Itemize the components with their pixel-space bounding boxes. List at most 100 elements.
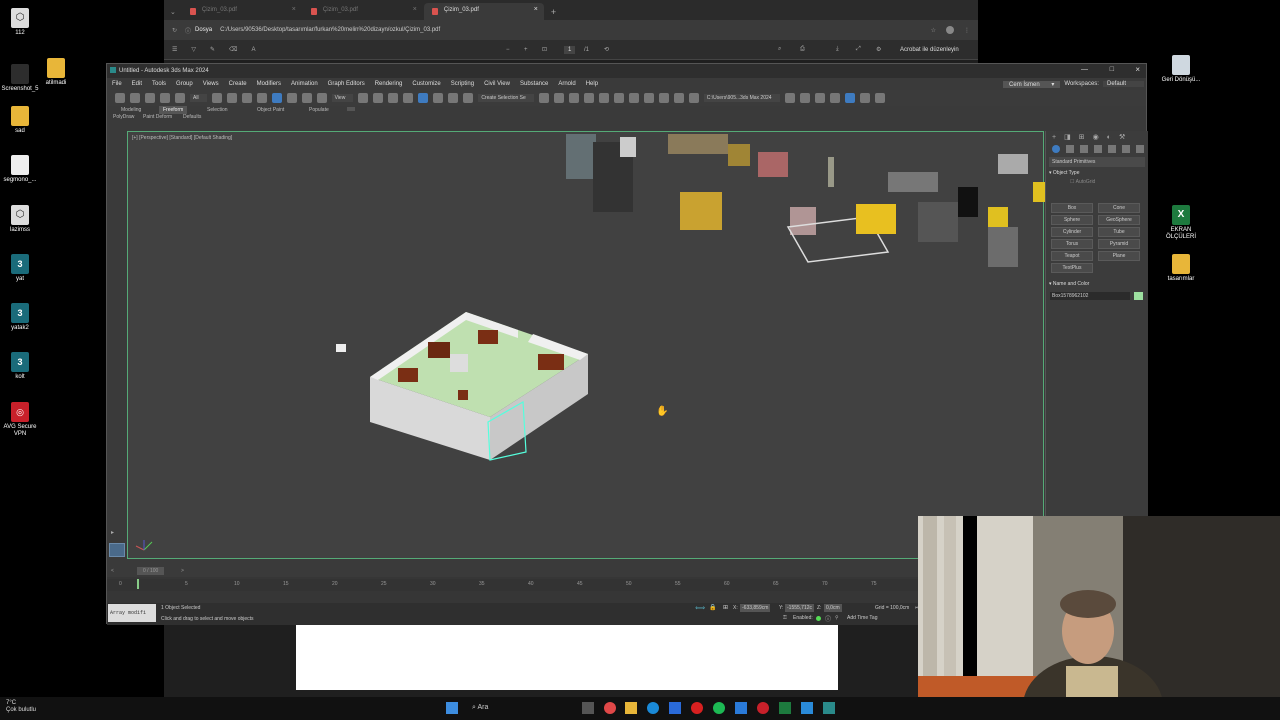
reference-coordinate-dropdown[interactable]: View [331, 94, 354, 102]
desktop-icon[interactable]: X EKRAN ÖLÇÜLERİ [1161, 205, 1201, 241]
eraser-icon[interactable]: ⌫ [229, 46, 237, 53]
select-object-icon[interactable] [211, 93, 222, 103]
avg-icon[interactable] [757, 702, 769, 714]
taskbar-search[interactable]: ⌕ Ara [466, 700, 566, 717]
edge-icon[interactable] [647, 702, 659, 714]
excel-icon[interactable] [779, 702, 791, 714]
minimize-icon[interactable]: — [1081, 66, 1088, 73]
menu-create[interactable]: Create [229, 81, 247, 87]
workspace-dropdown[interactable]: Default [1102, 81, 1144, 87]
pivot-icon[interactable] [358, 93, 369, 103]
autogrid-checkbox[interactable]: ☐ AutoGrid [1070, 179, 1148, 185]
acrobat-edit-button[interactable]: Acrobat ile düzenleyin [900, 47, 959, 53]
zoom-out-icon[interactable]: − [506, 47, 510, 53]
unlink-icon[interactable] [160, 93, 170, 103]
file-explorer-icon[interactable] [625, 702, 637, 714]
maximize-icon[interactable]: □ [1110, 66, 1114, 73]
browser-tab-active[interactable]: Çizim_03.pdf × [423, 3, 544, 20]
print-icon[interactable]: ⎙ [800, 46, 805, 53]
object-type-rollout[interactable]: ▾ Object Type [1049, 170, 1145, 176]
menu-civil-view[interactable]: Civil View [484, 81, 510, 87]
set-project-icon[interactable] [814, 93, 825, 103]
track-bar[interactable]: 0 5 10 15 20 25 30 35 40 45 50 55 60 65 … [107, 579, 923, 591]
selection-filter-dropdown[interactable]: All [190, 94, 207, 102]
windows-start-icon[interactable] [446, 702, 458, 714]
toggle-ribbon-icon[interactable] [598, 93, 609, 103]
tube-button[interactable]: Tube [1098, 227, 1140, 237]
frame-indicator[interactable]: 0 / 100 [137, 567, 165, 575]
scale-icon[interactable] [301, 93, 312, 103]
modify-tab-icon[interactable]: ◨ [1064, 133, 1071, 141]
spotify-icon[interactable] [713, 702, 725, 714]
perspective-viewport[interactable]: [+] [Perspective] [Standard] [Default Sh… [127, 131, 1045, 559]
chrome-icon[interactable] [604, 702, 616, 714]
menu-edit[interactable]: Edit [132, 81, 142, 87]
ribbon-paint-deform[interactable]: Paint Deform [143, 114, 172, 120]
lights-icon[interactable] [1080, 145, 1088, 153]
enabled-indicator[interactable] [816, 616, 821, 621]
move-icon[interactable] [271, 93, 282, 103]
object-color-swatch[interactable] [1134, 292, 1143, 300]
y-coordinate-field[interactable]: -1555,712c [785, 604, 815, 612]
snipping-tool-icon[interactable] [801, 702, 813, 714]
save-icon[interactable]: ⤓ [836, 46, 839, 53]
spinner-snap-icon[interactable] [448, 93, 459, 103]
percent-snap-icon[interactable] [433, 93, 444, 103]
mirror-icon[interactable] [538, 93, 549, 103]
menu-graph-editors[interactable]: Graph Editors [328, 81, 365, 87]
torus-button[interactable]: Torus [1051, 239, 1093, 249]
fit-page-icon[interactable]: ⊡ [542, 46, 547, 53]
menu-icon[interactable]: ⋮ [964, 27, 970, 34]
redo-icon[interactable] [130, 93, 140, 103]
browser-tab[interactable]: Çizim_03.pdf × [182, 3, 302, 20]
info-icon[interactable]: ⓘ [825, 614, 831, 623]
geometry-icon[interactable] [1052, 145, 1060, 153]
motion-tab-icon[interactable]: ◉ [1093, 133, 1099, 141]
lock-icon[interactable]: 🔒 [709, 604, 716, 611]
close-icon[interactable]: × [534, 6, 538, 13]
ribbon-tab-modeling[interactable]: Modeling [121, 107, 141, 113]
desktop-icon[interactable]: 3 kolt [0, 352, 40, 381]
menu-modifiers[interactable]: Modifiers [257, 81, 281, 87]
box-button[interactable]: Box [1051, 203, 1093, 213]
menu-customize[interactable]: Customize [412, 81, 440, 87]
profile-avatar[interactable] [946, 26, 954, 34]
primitive-category-dropdown[interactable]: Standard Primitives [1049, 157, 1145, 167]
absolute-mode-icon[interactable]: ⊞ [723, 604, 728, 611]
page-number-input[interactable]: 1 [564, 45, 576, 54]
hierarchy-tab-icon[interactable]: ⊞ [1079, 133, 1085, 141]
space-warps-icon[interactable] [1122, 145, 1130, 153]
time-slider[interactable]: < 0 / 100 > [107, 567, 923, 577]
desktop-icon[interactable]: ◎ AVG Secure VPN [0, 402, 40, 438]
geosphere-button[interactable]: GeoSphere [1098, 215, 1140, 225]
shapes-icon[interactable] [1066, 145, 1074, 153]
window-crossing-icon[interactable] [256, 93, 267, 103]
task-view-icon[interactable] [582, 702, 594, 714]
material-editor-icon[interactable] [643, 93, 654, 103]
sidebar-menu-icon[interactable]: ☰ [172, 46, 177, 53]
star-icon[interactable]: ☆ [931, 27, 936, 34]
menu-scripting[interactable]: Scripting [451, 81, 474, 87]
render-setup-icon[interactable] [658, 93, 669, 103]
close-icon[interactable]: × [292, 6, 296, 13]
add-time-tag[interactable]: Add Time Tag [847, 615, 877, 621]
cylinder-button[interactable]: Cylinder [1051, 227, 1093, 237]
address-bar[interactable]: ↻ ⓘ Dosya C:/Users/90536/Desktop/tasarım… [164, 20, 978, 40]
desktop-icon[interactable]: 3 yat [0, 254, 40, 283]
browser-tab[interactable]: Çizim_03.pdf × [303, 3, 423, 20]
object-name-field[interactable]: Box1578962102 [1050, 292, 1130, 300]
angle-snap-icon[interactable] [418, 93, 429, 103]
desktop-icon[interactable]: atilmadi [36, 58, 76, 87]
ribbon-tab-object-paint[interactable]: Object Paint [257, 107, 284, 113]
ribbon-tab-populate[interactable]: Populate [309, 107, 329, 113]
menu-substance[interactable]: Substance [520, 81, 548, 87]
ribbon-tab-selection[interactable]: Selection [207, 107, 228, 113]
keyboard-shortcut-icon[interactable] [388, 93, 399, 103]
arnold-ipr-icon[interactable] [874, 93, 885, 103]
create-tab-icon[interactable]: + [1052, 134, 1056, 141]
settings-icon[interactable]: ⚙ [876, 46, 881, 53]
3dsmax-taskbar-icon[interactable] [823, 702, 835, 714]
desktop-icon[interactable]: 3 yatak2 [0, 303, 40, 332]
ribbon-defaults[interactable]: Defaults [183, 114, 201, 120]
cone-button[interactable]: Cone [1098, 203, 1140, 213]
